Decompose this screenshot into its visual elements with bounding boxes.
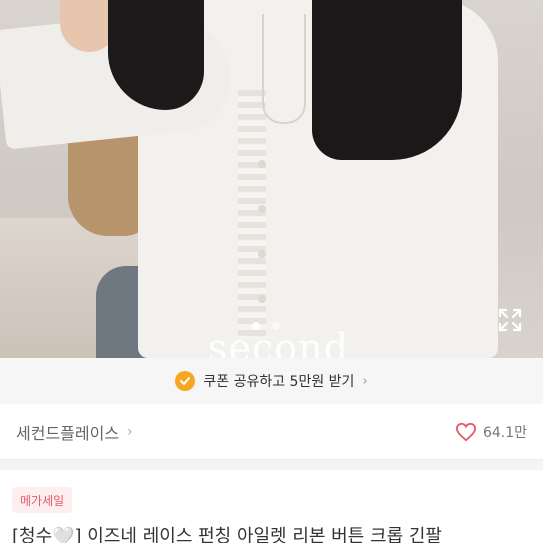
- section-divider: [0, 460, 543, 470]
- photo-ribbon-bow: [262, 14, 306, 124]
- photo-button: [258, 160, 266, 168]
- chevron-right-icon: ›: [362, 373, 368, 389]
- photo-button: [258, 205, 266, 213]
- coupon-text: 쿠폰 공유하고 5만원 받기: [203, 374, 355, 390]
- photo-button: [258, 250, 266, 258]
- carousel-dot[interactable]: [272, 322, 280, 330]
- seller-name: 세컨드플레이스: [16, 423, 120, 443]
- sale-badge: 메가세일: [12, 487, 73, 513]
- like-count: 64.1만: [482, 424, 527, 441]
- expand-icon[interactable]: [497, 307, 523, 333]
- coupon-coin-icon: [175, 371, 196, 391]
- product-title: [청수🤍] 이즈네 레이스 펀칭 아일렛 리본 버튼 크롭 긴팔: [12, 526, 442, 543]
- photo-hair-right: [312, 0, 462, 160]
- photo-button: [258, 295, 266, 303]
- heart-outline-icon: [455, 422, 476, 441]
- watermark-text: second: [208, 326, 349, 358]
- seller-row: 세컨드플레이스 › 64.1만: [0, 404, 543, 460]
- product-image-carousel[interactable]: second: [0, 0, 543, 358]
- like-button[interactable]: 64.1만: [455, 422, 527, 442]
- chevron-right-icon: ›: [127, 423, 133, 440]
- carousel-dot-active[interactable]: [252, 322, 260, 330]
- carousel-indicator: [252, 322, 280, 330]
- seller-link[interactable]: 세컨드플레이스 ›: [16, 420, 133, 444]
- coupon-share-banner[interactable]: 쿠폰 공유하고 5만원 받기 ›: [0, 358, 543, 404]
